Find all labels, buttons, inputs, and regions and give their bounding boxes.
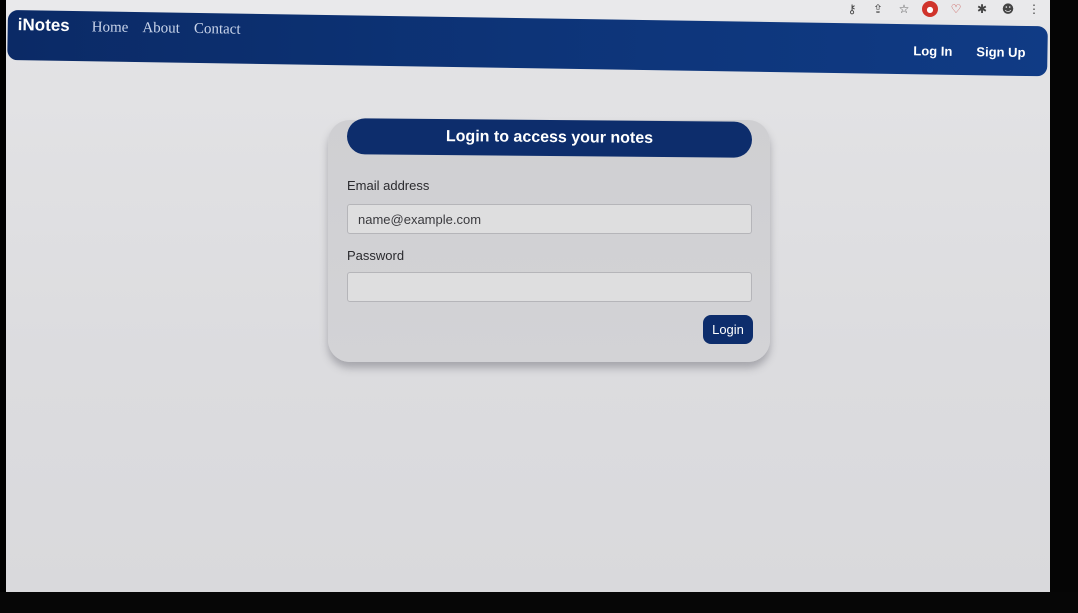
login-card: Login to access your notes Email address… [328, 118, 770, 362]
nav-link-contact[interactable]: Contact [194, 21, 241, 39]
login-card-title: Login to access your notes [346, 118, 753, 158]
monitor-bezel-bottom [0, 592, 1078, 613]
browser-viewport: ⚷ ⇪ ☆ ● ♡ ✱ ☻ ⋮ iNotes Home About Contac… [6, 0, 1050, 592]
menu-kebab-icon[interactable]: ⋮ [1026, 1, 1042, 17]
brand-logo[interactable]: iNotes [18, 15, 70, 36]
nav-links: Home About Contact [92, 19, 241, 38]
nav-link-about[interactable]: About [142, 20, 180, 38]
extension-badge-icon[interactable]: ● [922, 1, 938, 17]
monitor-bezel-right [1050, 0, 1078, 613]
shield-icon[interactable]: ♡ [948, 1, 964, 17]
nav-link-home[interactable]: Home [92, 19, 129, 37]
login-nav-button[interactable]: Log In [913, 43, 952, 59]
share-icon[interactable]: ⇪ [870, 1, 886, 17]
email-label: Email address [347, 178, 430, 193]
browser-toolbar-icons: ⚷ ⇪ ☆ ● ♡ ✱ ☻ ⋮ [844, 1, 1042, 17]
bookmark-star-icon[interactable]: ☆ [896, 1, 912, 17]
password-label: Password [347, 248, 405, 263]
puzzle-extensions-icon[interactable]: ✱ [974, 1, 990, 17]
email-field[interactable] [347, 204, 752, 234]
key-icon[interactable]: ⚷ [844, 1, 860, 17]
login-submit-button[interactable]: Login [703, 315, 753, 344]
password-field[interactable] [347, 272, 752, 302]
profile-icon[interactable]: ☻ [1000, 1, 1016, 17]
nav-auth-buttons: Log In Sign Up [913, 43, 1025, 60]
signup-nav-button[interactable]: Sign Up [976, 44, 1025, 60]
